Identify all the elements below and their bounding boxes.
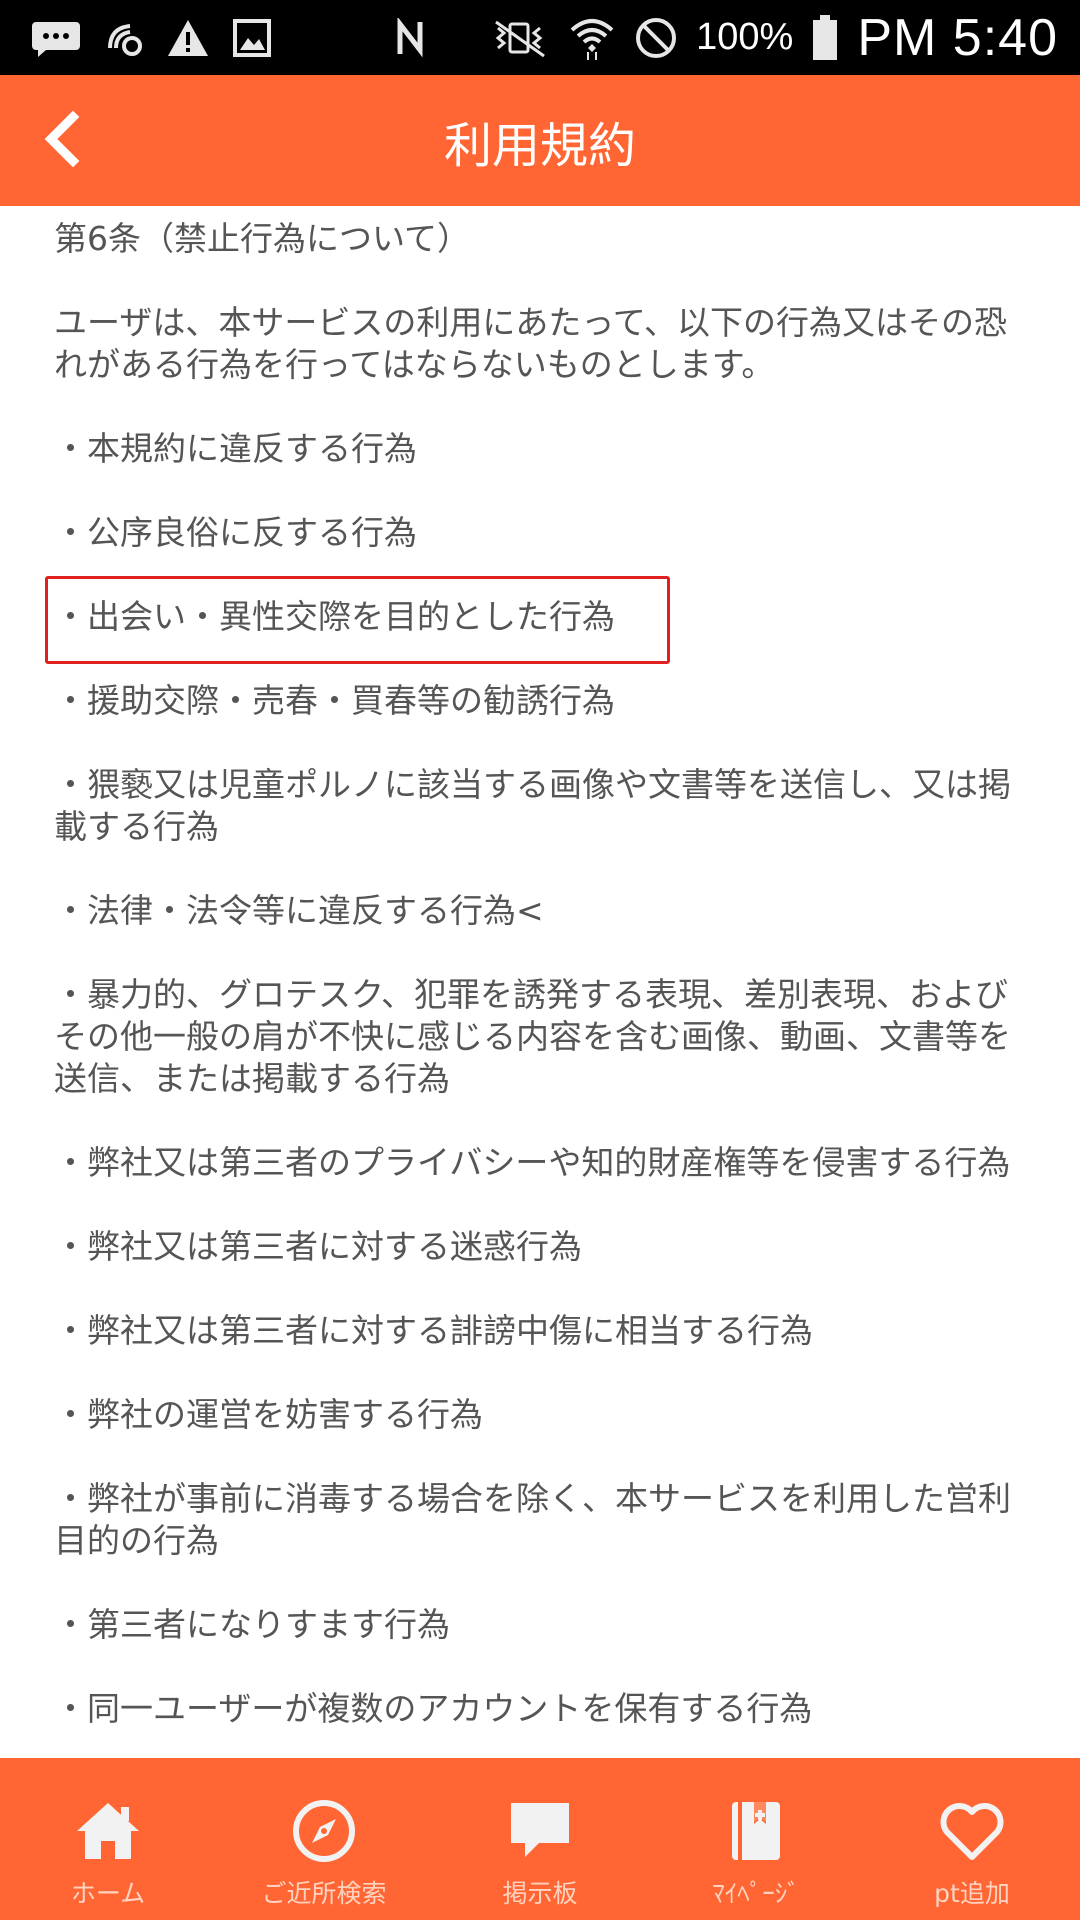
page-title: 利用規約: [443, 117, 636, 174]
nav-label: pt追加: [934, 1879, 1010, 1908]
status-bar: 100% PM 5:40: [0, 0, 1080, 75]
terms-content[interactable]: 第6条（禁止行為について） ユーザは、本サービスの利用にあたって、以下の行為又は…: [0, 206, 1080, 1758]
warning-icon: [166, 18, 210, 58]
nav-label: ご近所検索: [261, 1879, 387, 1908]
list-item: ・弊社又は第三者に対する迷惑行為: [54, 1227, 582, 1266]
nav-label: ﾏｲﾍﾟｰｼﾞ: [712, 1879, 800, 1908]
clock: PM 5:40: [857, 8, 1058, 67]
nav-label: ホーム: [70, 1879, 146, 1908]
nav-add-points[interactable]: pt追加: [864, 1758, 1080, 1920]
heart-icon: [864, 1796, 1080, 1866]
battery-icon: [811, 14, 839, 61]
highlight-box: [45, 576, 670, 664]
list-item: ・本規約に違反する行為: [54, 429, 417, 468]
do-not-disturb-icon: [634, 16, 678, 60]
nav-nearby-search[interactable]: ご近所検索: [216, 1758, 432, 1920]
app-header: 利用規約: [0, 75, 1080, 206]
highlighted-list-item: ・出会い・異性交際を目的とした行為: [45, 576, 1024, 664]
chevron-left-icon: [41, 110, 81, 171]
list-item: ・暴力的、グロテスク、犯罪を誘発する表現、差別表現、およびその他一般の肩が不快に…: [54, 975, 1011, 1098]
list-item: ・援助交際・売春・買春等の勧誘行為: [54, 681, 615, 720]
list-item: ・公序良俗に反する行為: [54, 513, 417, 552]
list-item: ・弊社又は第三者のプライバシーや知的財産権等を侵害する行為: [54, 1143, 1011, 1182]
list-item: ・弊社が事前に消毒する場合を除く、本サービスを利用した営利目的の行為: [54, 1479, 1011, 1560]
intro-paragraph: ユーザは、本サービスの利用にあたって、以下の行為又はその恐れがある行為を行っては…: [54, 303, 1008, 384]
terms-text: 第6条（禁止行為について） ユーザは、本サービスの利用にあたって、以下の行為又は…: [45, 218, 1024, 1758]
nav-mypage[interactable]: ﾏｲﾍﾟｰｼﾞ: [648, 1758, 864, 1920]
list-item: ・猥褻又は児童ポルノに該当する画像や文書等を送信し、又は掲載する行為: [54, 765, 1011, 846]
message-icon: [30, 18, 82, 58]
wifi-icon: [568, 14, 616, 62]
bottom-navigation: ホーム ご近所検索 掲示板 ﾏｲﾍﾟｰｼﾞ pt追加: [0, 1758, 1080, 1920]
nfc-icon: [394, 17, 430, 58]
bookmark-book-icon: [648, 1796, 864, 1866]
status-bar-notifications: [30, 0, 430, 75]
image-icon: [232, 18, 272, 58]
list-item: ・法律・法令等に違反する行為<: [54, 891, 544, 930]
chat-bubble-icon: [432, 1796, 648, 1866]
vibrate-mute-icon: [490, 18, 550, 58]
list-item: ・弊社又は第三者に対する誹謗中傷に相当する行為: [54, 1311, 813, 1350]
compass-icon: [216, 1796, 432, 1866]
settings-sync-icon: [104, 18, 144, 58]
status-bar-system: 100% PM 5:40: [490, 0, 1058, 75]
article-heading: 第6条（禁止行為について）: [54, 219, 471, 258]
home-icon: [0, 1796, 216, 1866]
back-button[interactable]: [26, 103, 96, 178]
list-item: ・同一ユーザーが複数のアカウントを保有する行為: [54, 1689, 813, 1728]
nav-label: 掲示板: [502, 1879, 578, 1908]
list-item: ・弊社の運営を妨害する行為: [54, 1395, 483, 1434]
battery-percent: 100%: [696, 16, 794, 58]
list-item: ・第三者になりすます行為: [54, 1605, 450, 1644]
nav-bulletin-board[interactable]: 掲示板: [432, 1758, 648, 1920]
nav-home[interactable]: ホーム: [0, 1758, 216, 1920]
